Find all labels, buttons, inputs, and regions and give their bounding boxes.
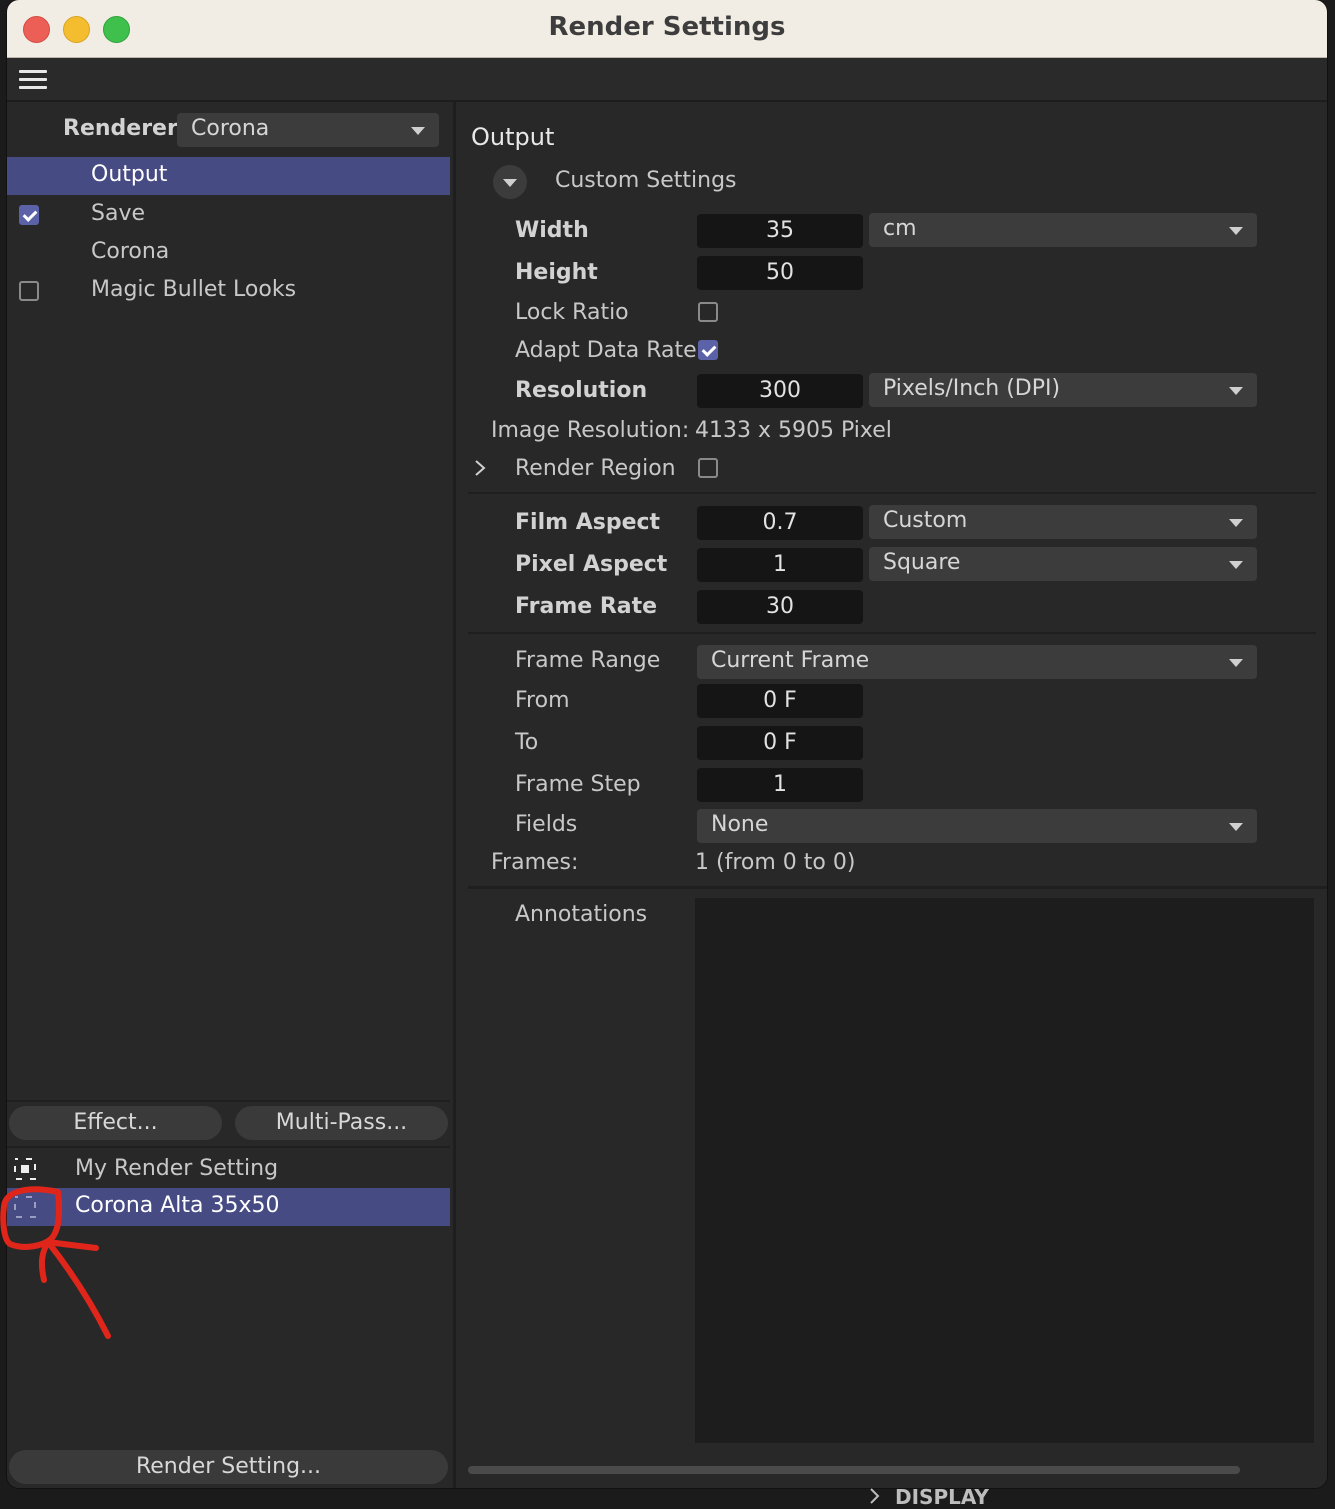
menu-bar — [7, 58, 1327, 102]
chevron-down-icon — [1229, 561, 1243, 569]
film-aspect-dropdown[interactable]: Custom — [869, 505, 1257, 539]
chevron-right-icon[interactable] — [868, 1486, 882, 1504]
chevron-down-icon — [1229, 659, 1243, 667]
frame-range-value: Current Frame — [711, 648, 870, 673]
from-input[interactable]: 0 F — [697, 684, 863, 718]
fields-value: None — [711, 812, 769, 837]
renderer-dropdown[interactable]: Corona — [177, 113, 439, 147]
chevron-right-icon[interactable] — [473, 458, 487, 478]
pixel-aspect-input[interactable]: 1 — [697, 548, 863, 582]
frame-range-dropdown[interactable]: Current Frame — [697, 645, 1257, 679]
preset-dropdown-button[interactable] — [493, 165, 527, 199]
height-label: Height — [515, 260, 598, 285]
frame-step-input[interactable]: 1 — [697, 768, 863, 802]
frame-rate-input[interactable]: 30 — [697, 590, 863, 624]
multi-pass-button[interactable]: Multi-Pass... — [235, 1106, 448, 1140]
height-input[interactable]: 50 — [697, 256, 863, 290]
frame-step-label: Frame Step — [515, 772, 641, 797]
resolution-label: Resolution — [515, 378, 648, 403]
render-region-label: Render Region — [515, 456, 676, 481]
fields-label: Fields — [515, 812, 578, 837]
sidebar-item-corona[interactable]: Corona — [7, 233, 450, 271]
frames-value: 1 (from 0 to 0) — [695, 850, 856, 875]
film-aspect-preset: Custom — [883, 508, 968, 533]
adapt-data-rate-checkbox[interactable] — [698, 340, 718, 360]
image-resolution-value: 4133 x 5905 Pixel — [695, 418, 892, 443]
renderer-value: Corona — [191, 116, 270, 141]
save-checkbox[interactable] — [19, 205, 39, 225]
width-label: Width — [515, 218, 589, 243]
width-input[interactable]: 35 — [697, 214, 863, 248]
sidebar-item-label: Corona — [91, 239, 170, 264]
to-label: To — [515, 730, 539, 755]
frame-range-label: Frame Range — [515, 648, 661, 673]
render-region-checkbox[interactable] — [698, 458, 718, 478]
pixel-aspect-dropdown[interactable]: Square — [869, 547, 1257, 581]
renderer-label: Renderer — [63, 116, 178, 141]
width-unit-value: cm — [883, 216, 917, 241]
divider — [468, 632, 1316, 634]
hamburger-menu-icon[interactable] — [19, 70, 47, 90]
horizontal-scrollbar[interactable] — [468, 1466, 1240, 1474]
effect-button[interactable]: Effect... — [9, 1106, 222, 1140]
chevron-down-icon — [1229, 227, 1243, 235]
title-bar: Render Settings — [7, 0, 1327, 58]
sidebar-item-label: Magic Bullet Looks — [91, 277, 297, 302]
divider — [7, 1100, 450, 1102]
to-input[interactable]: 0 F — [697, 726, 863, 760]
divider — [468, 886, 1327, 889]
render-setting-button[interactable]: Render Setting... — [9, 1450, 448, 1484]
render-setting-active-icon — [14, 1158, 36, 1180]
chevron-down-icon — [503, 179, 517, 187]
image-resolution-label: Image Resolution: — [491, 418, 690, 443]
sidebar-item-magic-bullet-looks[interactable]: Magic Bullet Looks — [7, 271, 450, 309]
fields-dropdown[interactable]: None — [697, 809, 1257, 843]
width-unit-dropdown[interactable]: cm — [869, 213, 1257, 247]
sidebar-item-output[interactable]: Output — [7, 157, 450, 195]
chevron-down-icon — [1229, 387, 1243, 395]
render-settings-window: Render Settings Renderer Corona Output S… — [7, 0, 1327, 1488]
output-settings-panel: Output Custom Settings Width 35 cm Heigh… — [456, 102, 1327, 1488]
sidebar-item-save[interactable]: Save — [7, 195, 450, 233]
film-aspect-input[interactable]: 0.7 — [697, 506, 863, 540]
frames-label: Frames: — [491, 850, 579, 875]
annotations-label: Annotations — [515, 902, 648, 927]
lock-ratio-checkbox[interactable] — [698, 302, 718, 322]
magic-bullet-looks-checkbox[interactable] — [19, 281, 39, 301]
resolution-unit-value: Pixels/Inch (DPI) — [883, 376, 1061, 401]
window-title: Render Settings — [548, 12, 786, 42]
pixel-aspect-preset: Square — [883, 550, 961, 575]
divider — [468, 492, 1316, 494]
from-label: From — [515, 688, 570, 713]
sidebar-item-label: Output — [91, 162, 168, 187]
resolution-input[interactable]: 300 — [697, 374, 863, 408]
display-section-label[interactable]: DISPLAY — [895, 1485, 989, 1509]
page-title: Output — [471, 123, 555, 151]
chevron-down-icon — [411, 127, 425, 135]
adapt-data-rate-label: Adapt Data Rate — [515, 338, 697, 363]
frame-rate-label: Frame Rate — [515, 594, 658, 619]
sidebar-item-label: Save — [91, 201, 146, 226]
pixel-aspect-label: Pixel Aspect — [515, 552, 668, 577]
film-aspect-label: Film Aspect — [515, 510, 661, 535]
lock-ratio-label: Lock Ratio — [515, 300, 629, 325]
render-setting-label: My Render Setting — [75, 1156, 279, 1181]
preset-label: Custom Settings — [555, 168, 737, 193]
resolution-unit-dropdown[interactable]: Pixels/Inch (DPI) — [869, 373, 1257, 407]
chevron-down-icon — [1229, 823, 1243, 831]
annotations-textarea[interactable] — [695, 898, 1314, 1443]
divider — [7, 1146, 450, 1148]
chevron-down-icon — [1229, 519, 1243, 527]
annotation-arrow-drawing — [0, 1186, 111, 1339]
